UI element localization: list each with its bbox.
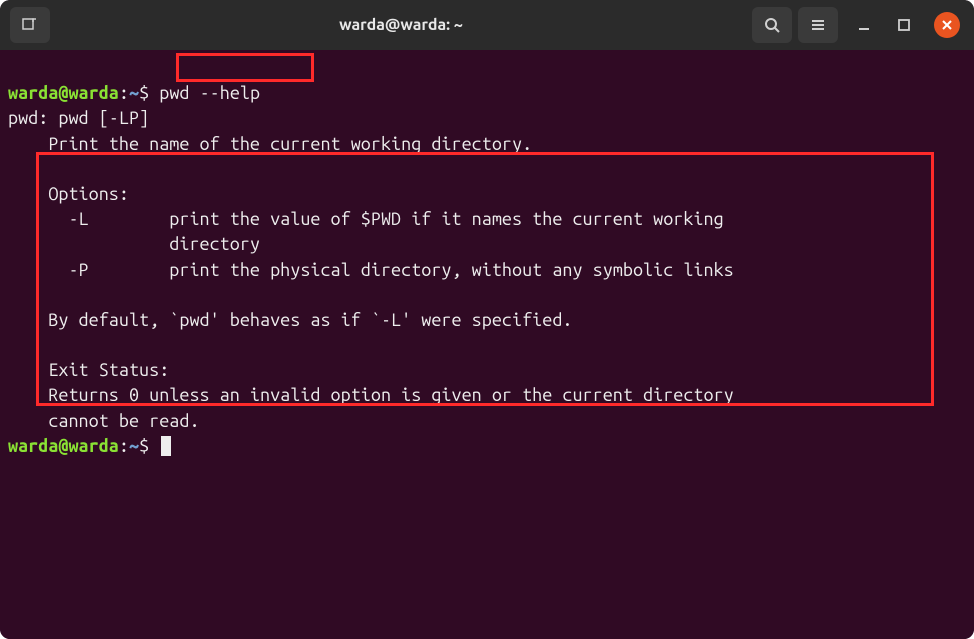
output-blank — [8, 285, 48, 305]
terminal-window: warda@warda: ~ warda@warda:~$ pwd --help… — [0, 0, 974, 639]
output-opt-l-1: -L print the value of $PWD if it names t… — [8, 209, 724, 229]
prompt-sigil: $ — [139, 83, 149, 103]
search-button[interactable] — [752, 7, 792, 43]
output-exit-hdr: Exit Status: — [8, 360, 169, 380]
maximize-icon — [897, 18, 911, 32]
maximize-button[interactable] — [890, 11, 918, 39]
minimize-icon — [857, 18, 871, 32]
prompt-line-2: warda@warda:~$ — [8, 436, 171, 456]
menu-button[interactable] — [798, 7, 838, 43]
annotation-highlight-command — [176, 53, 314, 82]
prompt-path: ~ — [129, 436, 139, 456]
output-opt-p: -P print the physical directory, without… — [8, 260, 734, 280]
titlebar: warda@warda: ~ — [0, 0, 974, 50]
command-input: pwd --help — [159, 83, 260, 103]
prompt-path: ~ — [129, 83, 139, 103]
output-blank — [8, 159, 48, 179]
close-button[interactable] — [934, 12, 960, 38]
prompt-user-host: warda@warda — [8, 83, 119, 103]
cursor — [161, 436, 171, 456]
search-icon — [763, 16, 781, 34]
terminal-body[interactable]: warda@warda:~$ pwd --help pwd: pwd [-LP]… — [0, 50, 974, 639]
prompt-sep: : — [119, 83, 129, 103]
output-default: By default, `pwd' behaves as if `-L' wer… — [8, 310, 572, 330]
prompt-user-host: warda@warda — [8, 436, 119, 456]
output-desc: Print the name of the current working di… — [8, 134, 532, 154]
prompt-sigil: $ — [139, 436, 149, 456]
minimize-button[interactable] — [850, 11, 878, 39]
hamburger-icon — [809, 16, 827, 34]
close-icon — [941, 19, 953, 31]
output-exit-1: Returns 0 unless an invalid option is gi… — [8, 385, 734, 405]
prompt-line-1: warda@warda:~$ pwd --help — [8, 83, 260, 103]
output-opt-l-2: directory — [8, 234, 260, 254]
output-options-hdr: Options: — [8, 184, 129, 204]
output-usage: pwd: pwd [-LP] — [8, 108, 149, 128]
output-blank — [8, 335, 48, 355]
window-title: warda@warda: ~ — [56, 16, 746, 34]
new-tab-button[interactable] — [10, 7, 50, 43]
output-exit-2: cannot be read. — [8, 411, 200, 431]
prompt-sep: : — [119, 436, 129, 456]
